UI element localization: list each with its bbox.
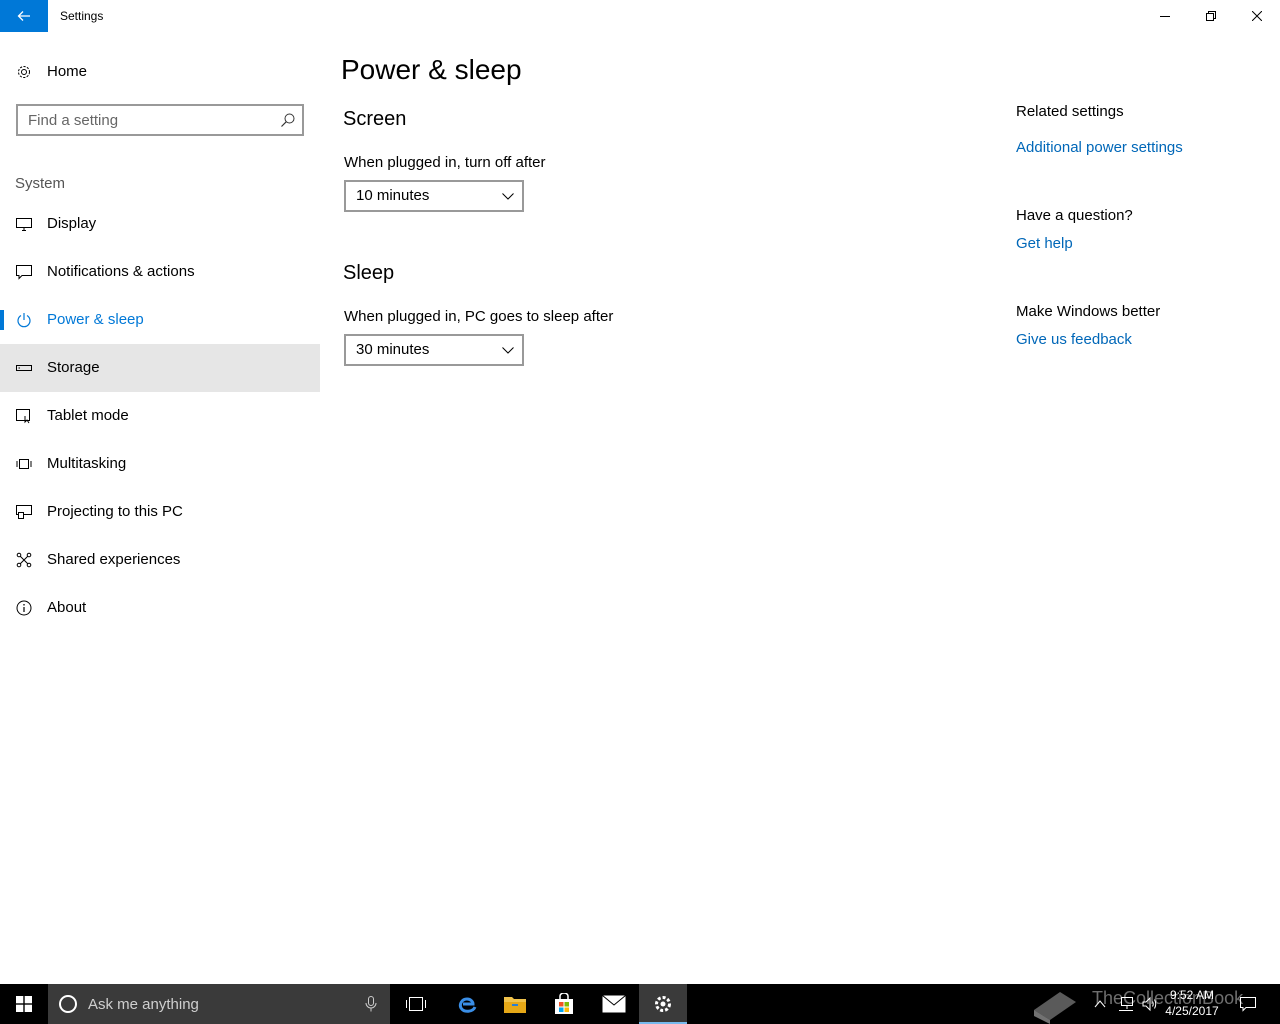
sleep-timeout-value: 30 minutes [356, 341, 430, 358]
network-button[interactable] [1114, 984, 1138, 1024]
related-settings-heading: Related settings [1016, 103, 1124, 120]
clock-time: 9:52 AM [1169, 988, 1215, 1002]
section-heading-sleep: Sleep [343, 262, 395, 284]
clock-date: 4/25/2017 [1165, 1004, 1219, 1018]
sidebar-item-multitasking[interactable]: Multitasking [0, 440, 320, 488]
page-title: Power & sleep [341, 54, 522, 85]
sidebar-item-tablet-mode[interactable]: Tablet mode [0, 392, 320, 440]
file-explorer-button[interactable] [491, 984, 539, 1024]
search-box[interactable] [16, 104, 304, 136]
shared-experiences-icon [16, 552, 32, 568]
clock[interactable]: 9:52 AM 4/25/2017 [1160, 987, 1224, 1019]
title-bar: Settings [0, 0, 1280, 32]
monitor-icon [16, 218, 32, 231]
action-center-button[interactable] [1234, 984, 1262, 1024]
restore-button[interactable] [1188, 0, 1234, 32]
sidebar-item-about[interactable]: About [0, 584, 320, 632]
have-a-question-heading: Have a question? [1016, 207, 1133, 224]
sidebar-item-power-sleep[interactable]: Power & sleep [0, 296, 320, 344]
sidebar-item-label: About [47, 599, 87, 616]
search-input[interactable] [18, 106, 278, 134]
minimize-button[interactable] [1142, 0, 1188, 32]
start-button[interactable] [0, 984, 48, 1024]
chevron-down-icon [502, 347, 514, 354]
close-icon [1252, 11, 1262, 21]
screen-timeout-label: When plugged in, turn off after [344, 154, 546, 171]
book-watermark-icon [1034, 992, 1076, 1024]
taskbar-search-box[interactable]: Ask me anything [48, 984, 390, 1024]
sidebar-item-storage[interactable]: Storage [0, 344, 320, 392]
sidebar-item-label: Storage [47, 359, 100, 376]
gear-icon [655, 996, 671, 1012]
screen-timeout-dropdown[interactable]: 10 minutes [344, 180, 524, 212]
power-icon [17, 313, 31, 328]
store-icon [555, 993, 573, 1014]
sidebar: Home System Display Notifications & acti… [0, 32, 320, 984]
task-view-icon [406, 997, 426, 1011]
additional-power-settings-link[interactable]: Additional power settings [1016, 139, 1183, 156]
sidebar-item-label: Power & sleep [47, 311, 144, 328]
sidebar-item-label: Display [47, 215, 97, 232]
tablet-mode-icon [16, 409, 30, 424]
sidebar-home[interactable]: Home [0, 56, 320, 88]
section-heading-screen: Screen [343, 108, 407, 130]
volume-button[interactable] [1138, 984, 1162, 1024]
multitasking-icon [16, 459, 32, 469]
sleep-timeout-label: When plugged in, PC goes to sleep after [344, 308, 614, 325]
volume-icon [1142, 996, 1157, 1012]
make-windows-better-heading: Make Windows better [1016, 303, 1161, 320]
home-label: Home [47, 63, 88, 80]
app-title: Settings [60, 9, 104, 23]
sidebar-item-shared-experiences[interactable]: Shared experiences [0, 536, 320, 584]
give-feedback-link[interactable]: Give us feedback [1016, 331, 1132, 348]
screen-timeout-value: 10 minutes [356, 187, 430, 204]
sidebar-item-label: Tablet mode [47, 407, 129, 424]
message-icon [16, 265, 32, 280]
sidebar-item-projecting[interactable]: Projecting to this PC [0, 488, 320, 536]
sleep-timeout-dropdown[interactable]: 30 minutes [344, 334, 524, 366]
microphone-icon[interactable] [364, 996, 378, 1012]
chevron-up-icon [1094, 1000, 1106, 1008]
sidebar-item-notifications[interactable]: Notifications & actions [0, 248, 320, 296]
show-hidden-icons-button[interactable] [1088, 984, 1112, 1024]
edge-browser-icon [458, 997, 477, 1013]
sidebar-item-label: Notifications & actions [47, 263, 195, 280]
sidebar-item-label: Multitasking [47, 455, 127, 472]
info-icon [16, 600, 32, 616]
gear-icon [18, 66, 30, 78]
taskbar: Ask me anything TheCollectionBook 9:52 A… [0, 984, 1280, 1024]
store-button[interactable] [540, 984, 588, 1024]
cortana-icon [59, 995, 77, 1013]
close-button[interactable] [1234, 0, 1280, 32]
folder-icon [504, 997, 526, 1013]
taskbar-search-text: Ask me anything [88, 996, 199, 1013]
sidebar-item-display[interactable]: Display [0, 200, 320, 248]
get-help-link[interactable]: Get help [1016, 235, 1073, 252]
network-icon [1119, 997, 1133, 1011]
windows-logo-icon [16, 996, 32, 1012]
sidebar-item-label: Projecting to this PC [47, 503, 183, 520]
search-icon[interactable] [280, 112, 296, 128]
group-label-system: System [15, 175, 66, 192]
sidebar-item-label: Shared experiences [47, 551, 181, 568]
restore-icon [1206, 11, 1216, 21]
task-view-button[interactable] [392, 984, 440, 1024]
mail-icon [602, 995, 626, 1013]
action-center-icon [1240, 997, 1256, 1012]
minimize-icon [1160, 16, 1170, 17]
storage-drive-icon [16, 365, 32, 371]
back-button[interactable] [0, 0, 48, 32]
settings-taskbar-button[interactable] [639, 984, 687, 1024]
mail-button[interactable] [590, 984, 638, 1024]
chevron-down-icon [502, 193, 514, 200]
edge-browser-button[interactable] [443, 984, 491, 1024]
projecting-icon [16, 505, 32, 519]
back-arrow-icon [17, 11, 30, 21]
